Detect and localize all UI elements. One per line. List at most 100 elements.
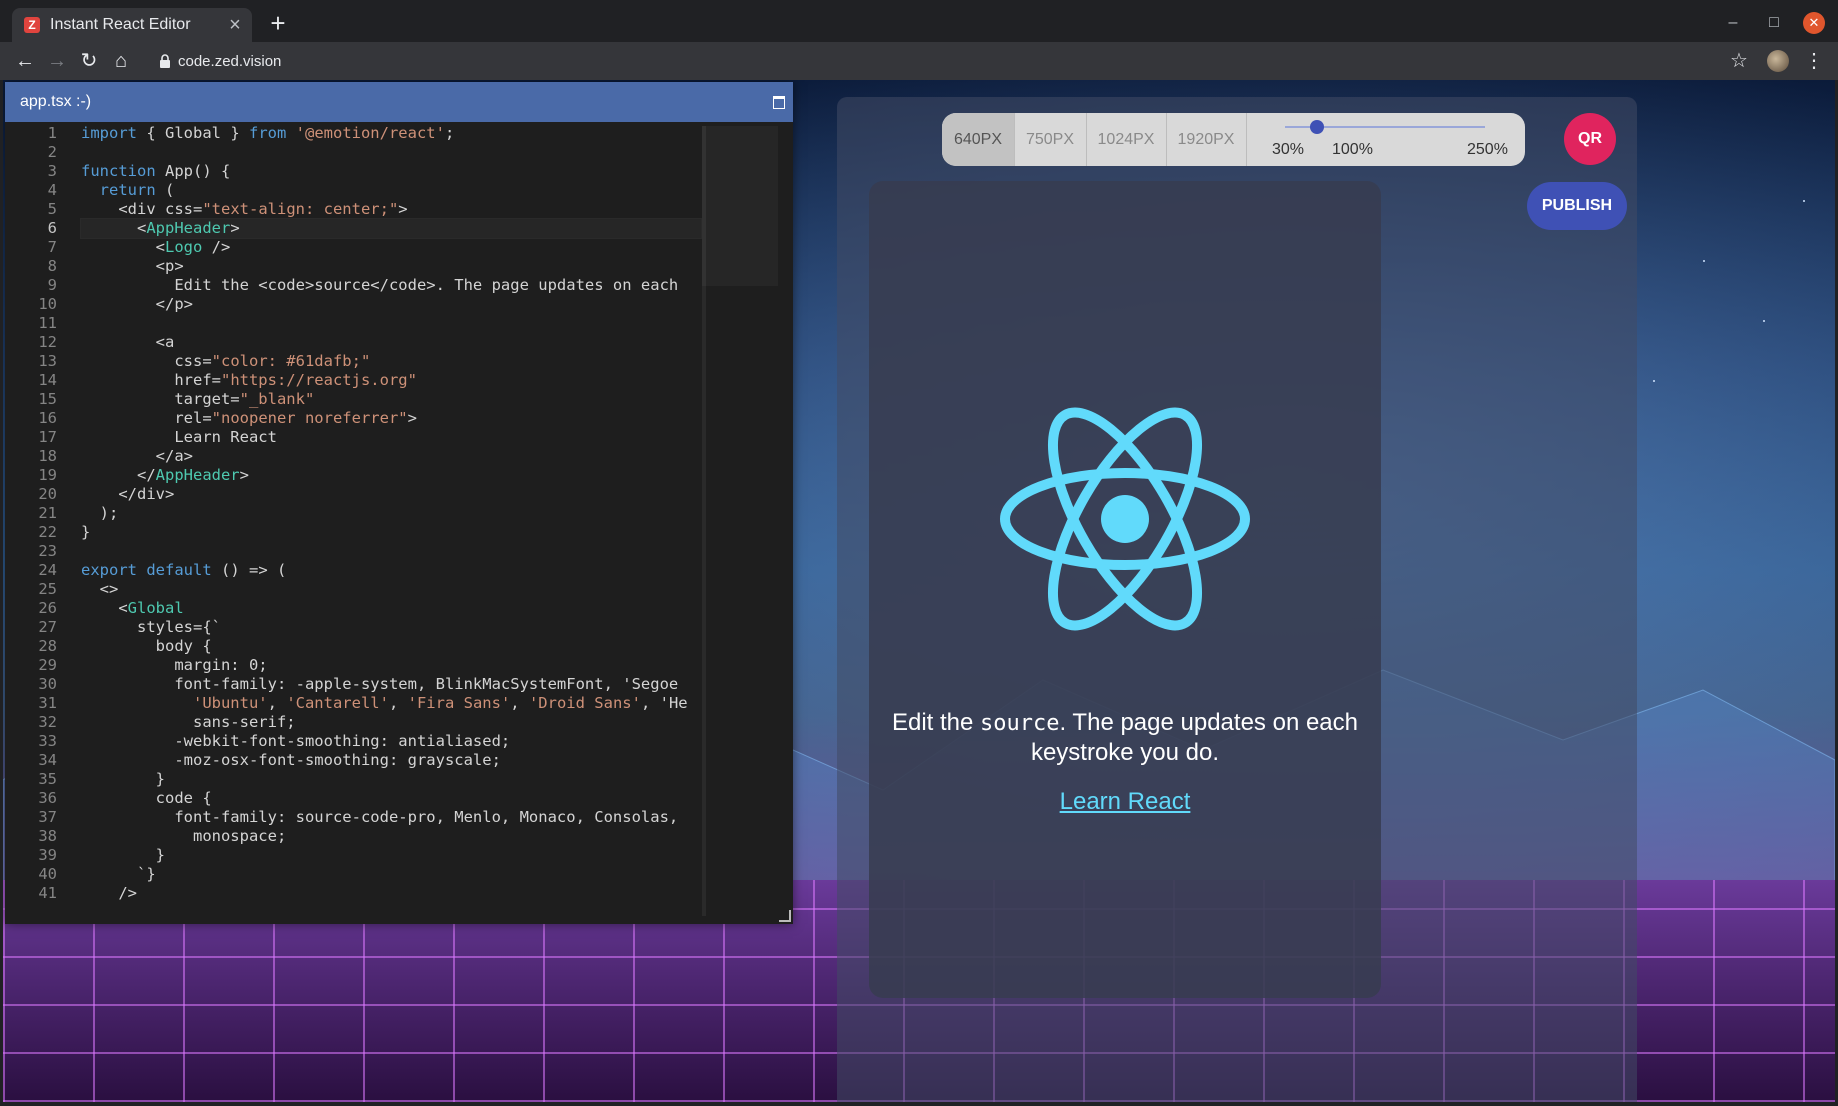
code-line[interactable]: </a> [81, 447, 193, 466]
code-line[interactable]: } [81, 846, 165, 865]
line-number: 32 [38, 713, 57, 731]
page-viewport: app.tsx :-) 1 import { Global } from '@em… [3, 80, 1835, 1102]
code-line[interactable]: styles={` [81, 618, 221, 637]
code-line[interactable]: css="color: #61dafb;" [81, 352, 370, 371]
background-star [1703, 260, 1705, 262]
profile-avatar[interactable] [1767, 50, 1789, 72]
preview-panel: 640PX 750PX 1024PX 1920PX 30% 100% 250% … [837, 97, 1637, 1102]
source-code-word: source [980, 711, 1060, 736]
code-line[interactable]: } [81, 523, 90, 542]
size-1920-button[interactable]: 1920PX [1166, 113, 1247, 166]
editor-title-bar[interactable]: app.tsx :-) [5, 82, 793, 122]
code-line[interactable]: sans-serif; [81, 713, 296, 732]
new-tab-button[interactable]: + [265, 10, 291, 36]
line-number: 11 [38, 314, 57, 332]
viewport-size-toolbar: 640PX 750PX 1024PX 1920PX 30% 100% 250% [942, 113, 1525, 166]
code-line[interactable]: -moz-osx-font-smoothing: grayscale; [81, 751, 501, 770]
zoom-label-default: 100% [1332, 141, 1373, 158]
line-number: 29 [38, 656, 57, 674]
code-line[interactable]: </AppHeader> [81, 466, 249, 485]
line-number: 25 [38, 580, 57, 598]
line-number: 16 [38, 409, 57, 427]
window-close-icon[interactable]: ✕ [1803, 12, 1825, 34]
line-number: 34 [38, 751, 57, 769]
code-line[interactable]: } [81, 770, 165, 789]
code-line[interactable]: `} [81, 865, 156, 884]
minimize-icon[interactable]: – [1722, 12, 1744, 34]
maximize-icon[interactable]: □ [1763, 12, 1785, 34]
line-number: 7 [47, 238, 57, 256]
line-number: 12 [38, 333, 57, 351]
zoom-label-max: 250% [1467, 141, 1508, 158]
code-line[interactable]: margin: 0; [81, 656, 267, 675]
code-line[interactable]: <> [81, 580, 119, 599]
code-line[interactable]: import { Global } from '@emotion/react'; [81, 124, 454, 143]
code-line[interactable]: Learn React [81, 428, 277, 447]
zoom-slider-thumb[interactable] [1310, 120, 1324, 134]
reload-icon[interactable]: ↻ [77, 49, 101, 73]
code-line[interactable]: <div css="text-align: center;"> [81, 200, 407, 219]
code-line[interactable]: font-family: source-code-pro, Menlo, Mon… [81, 808, 678, 827]
code-line[interactable]: rel="noopener noreferrer"> [81, 409, 417, 428]
line-number: 10 [38, 295, 57, 313]
tab-close-icon[interactable]: × [226, 15, 244, 35]
zoom-label-min: 30% [1272, 141, 1305, 158]
code-line[interactable]: <a [81, 333, 175, 352]
tab-title: Instant React Editor [50, 16, 191, 33]
line-number: 23 [38, 542, 57, 560]
line-number: 15 [38, 390, 57, 408]
react-logo-icon [1000, 407, 1250, 631]
line-number: 38 [38, 827, 57, 845]
browser-menu-icon[interactable]: ⋮ [1804, 49, 1824, 73]
code-line[interactable]: Edit the <code>source</code>. The page u… [81, 276, 678, 295]
code-line[interactable]: /> [81, 884, 137, 903]
line-number: 26 [38, 599, 57, 617]
code-line[interactable]: 'Ubuntu', 'Cantarell', 'Fira Sans', 'Dro… [81, 694, 688, 713]
editor-resize-handle[interactable] [779, 910, 791, 922]
code-line[interactable]: ); [81, 504, 119, 523]
publish-button[interactable]: PUBLISH [1527, 182, 1627, 230]
code-line[interactable]: monospace; [81, 827, 286, 846]
code-line[interactable]: body { [81, 637, 212, 656]
line-number: 8 [47, 257, 57, 275]
lock-icon [160, 54, 170, 68]
code-minimap[interactable] [702, 126, 778, 286]
code-line[interactable]: <p> [81, 257, 184, 276]
line-number: 19 [38, 466, 57, 484]
qr-button[interactable]: QR [1564, 113, 1616, 165]
code-line[interactable]: return ( [81, 181, 175, 200]
background-star [1653, 380, 1655, 382]
size-640-button[interactable]: 640PX [942, 113, 1015, 166]
code-line[interactable]: function App() { [81, 162, 230, 181]
code-line[interactable]: <Logo /> [81, 238, 231, 257]
size-1024-button[interactable]: 1024PX [1086, 113, 1167, 166]
line-number: 39 [38, 846, 57, 864]
back-icon[interactable]: ← [13, 49, 37, 73]
address-bar[interactable]: code.zed.vision [146, 46, 1742, 76]
home-icon[interactable]: ⌂ [109, 49, 133, 73]
code-line[interactable]: font-family: -apple-system, BlinkMacSyst… [81, 675, 678, 694]
code-area[interactable]: 1 import { Global } from '@emotion/react'… [5, 124, 702, 919]
size-750-button[interactable]: 750PX [1014, 113, 1087, 166]
browser-tab[interactable]: Z Instant React Editor × [12, 8, 252, 42]
forward-icon[interactable]: → [45, 49, 69, 73]
line-number: 6 [47, 219, 57, 237]
code-line[interactable]: </div> [81, 485, 174, 504]
line-number: 18 [38, 447, 57, 465]
line-number: 22 [38, 523, 57, 541]
maximize-editor-icon[interactable] [773, 96, 785, 109]
code-line[interactable]: -webkit-font-smoothing: antialiased; [81, 732, 510, 751]
code-line[interactable]: </p> [81, 295, 193, 314]
line-number: 1 [47, 124, 57, 142]
code-line[interactable]: href="https://reactjs.org" [81, 371, 417, 390]
line-number: 30 [38, 675, 57, 693]
code-line[interactable]: export default () => ( [81, 561, 286, 580]
line-number: 17 [38, 428, 57, 446]
editor-filename: app.tsx :-) [20, 93, 92, 110]
code-line[interactable]: code { [81, 789, 212, 808]
code-line[interactable]: <AppHeader> [80, 218, 702, 239]
code-line[interactable]: target="_blank" [81, 390, 314, 409]
code-line[interactable]: <Global [81, 599, 183, 618]
learn-react-link[interactable]: Learn React [869, 788, 1381, 816]
bookmark-star-icon[interactable]: ☆ [1727, 49, 1751, 73]
